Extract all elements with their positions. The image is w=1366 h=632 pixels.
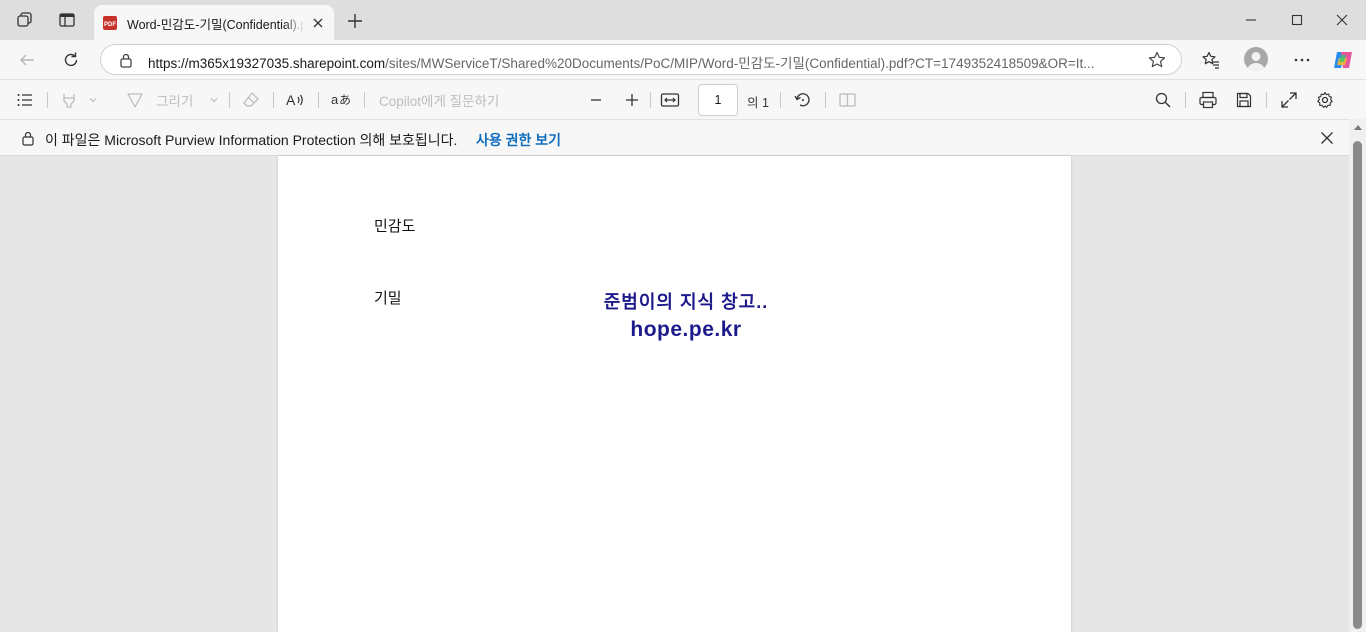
table-of-contents-icon[interactable]: [16, 89, 34, 111]
maximize-button[interactable]: [1283, 6, 1311, 34]
close-window-button[interactable]: [1328, 6, 1356, 34]
highlight-icon[interactable]: [60, 89, 78, 111]
protection-info-bar: 이 파일은 Microsoft Purview Information Prot…: [0, 119, 1366, 156]
close-tab-icon[interactable]: [308, 13, 328, 33]
copilot-icon[interactable]: [1330, 47, 1356, 73]
title-bar: PDF Word-민감도-기밀(Confidential).pdf: [0, 0, 1366, 40]
rotate-icon[interactable]: [793, 89, 813, 111]
url-host: https://m365x19327035.sharepoint.com: [148, 56, 386, 71]
save-icon[interactable]: [1235, 89, 1253, 111]
toolbar-divider: [47, 92, 48, 108]
svg-text:A: A: [286, 92, 296, 108]
favorite-star-icon[interactable]: [1147, 50, 1167, 70]
full-screen-icon[interactable]: [1280, 89, 1298, 111]
vertical-tabs-icon[interactable]: [55, 8, 79, 32]
address-bar[interactable]: https://m365x19327035.sharepoint.com/sit…: [100, 44, 1182, 75]
pdf-toolbar: 그리기 A aあ Copilot에게 질문하기 1 의 1: [0, 79, 1366, 119]
draw-dropdown-icon[interactable]: [209, 89, 219, 111]
pdf-file-icon: PDF: [102, 15, 118, 31]
draw-label[interactable]: 그리기: [156, 89, 193, 111]
search-icon[interactable]: [1154, 89, 1172, 111]
active-tab[interactable]: PDF Word-민감도-기밀(Confidential).pdf: [94, 5, 334, 40]
copilot-ask-input[interactable]: Copilot에게 질문하기: [379, 89, 499, 111]
read-aloud-icon[interactable]: A: [286, 89, 306, 111]
lock-icon[interactable]: [118, 52, 134, 68]
view-permissions-link[interactable]: 사용 권한 보기: [476, 130, 561, 150]
watermark-line1: 준범이의 지식 창고..: [603, 292, 769, 312]
toolbar-divider: [650, 92, 651, 108]
svg-text:a: a: [331, 92, 339, 107]
favorites-icon[interactable]: [1198, 47, 1224, 73]
toolbar-divider: [318, 92, 319, 108]
highlight-dropdown-icon[interactable]: [88, 89, 98, 111]
protection-message: 이 파일은 Microsoft Purview Information Prot…: [45, 132, 458, 148]
url-text[interactable]: https://m365x19327035.sharepoint.com/sit…: [148, 52, 1138, 72]
watermark: 준범이의 지식 창고.. hope.pe.kr: [596, 288, 776, 342]
print-icon[interactable]: [1198, 89, 1218, 111]
scrollbar-thumb[interactable]: [1353, 141, 1362, 629]
profile-avatar[interactable]: [1244, 47, 1268, 71]
back-icon[interactable]: [14, 47, 40, 73]
close-infobar-icon[interactable]: [1317, 128, 1337, 148]
page-view-icon[interactable]: [838, 89, 858, 111]
svg-text:あ: あ: [339, 93, 351, 107]
eraser-icon[interactable]: [242, 89, 260, 111]
draw-icon[interactable]: [126, 89, 144, 111]
page-count: 의 1: [747, 96, 769, 110]
toolbar-divider: [825, 92, 826, 108]
settings-gear-icon[interactable]: [1316, 89, 1334, 111]
pdf-page[interactable]: 민감도 기밀 준범이의 지식 창고.. hope.pe.kr: [278, 156, 1071, 632]
scroll-up-arrow-icon[interactable]: [1354, 125, 1362, 130]
toolbar-divider: [273, 92, 274, 108]
new-tab-button[interactable]: [343, 9, 367, 33]
watermark-line2: hope.pe.kr: [630, 318, 742, 341]
url-path: /sites/MWServiceT/Shared%20Documents/PoC…: [385, 56, 1095, 71]
workspaces-icon[interactable]: [13, 8, 37, 32]
refresh-icon[interactable]: [58, 47, 84, 73]
toolbar-divider: [1266, 92, 1267, 108]
zoom-out-icon[interactable]: [588, 89, 604, 111]
vertical-scrollbar[interactable]: [1349, 119, 1366, 632]
more-options-icon[interactable]: [1289, 47, 1315, 73]
toolbar-divider: [229, 92, 230, 108]
navigation-bar: https://m365x19327035.sharepoint.com/sit…: [0, 40, 1366, 79]
zoom-in-icon[interactable]: [624, 89, 640, 111]
svg-text:PDF: PDF: [104, 22, 116, 28]
page-number-input[interactable]: 1: [698, 84, 738, 116]
fit-to-width-icon[interactable]: [660, 89, 680, 111]
toolbar-divider: [1185, 92, 1186, 108]
document-line-confidential: 기밀: [374, 290, 402, 307]
toolbar-divider: [364, 92, 365, 108]
toolbar-divider: [780, 92, 781, 108]
document-line-sensitivity: 민감도: [374, 218, 416, 235]
tab-title: Word-민감도-기밀(Confidential).pdf: [127, 18, 305, 32]
pdf-viewer[interactable]: 민감도 기밀 준범이의 지식 창고.. hope.pe.kr: [0, 156, 1349, 632]
minimize-button[interactable]: [1237, 6, 1265, 34]
translate-icon[interactable]: aあ: [331, 89, 351, 111]
lock-icon: [20, 130, 36, 146]
